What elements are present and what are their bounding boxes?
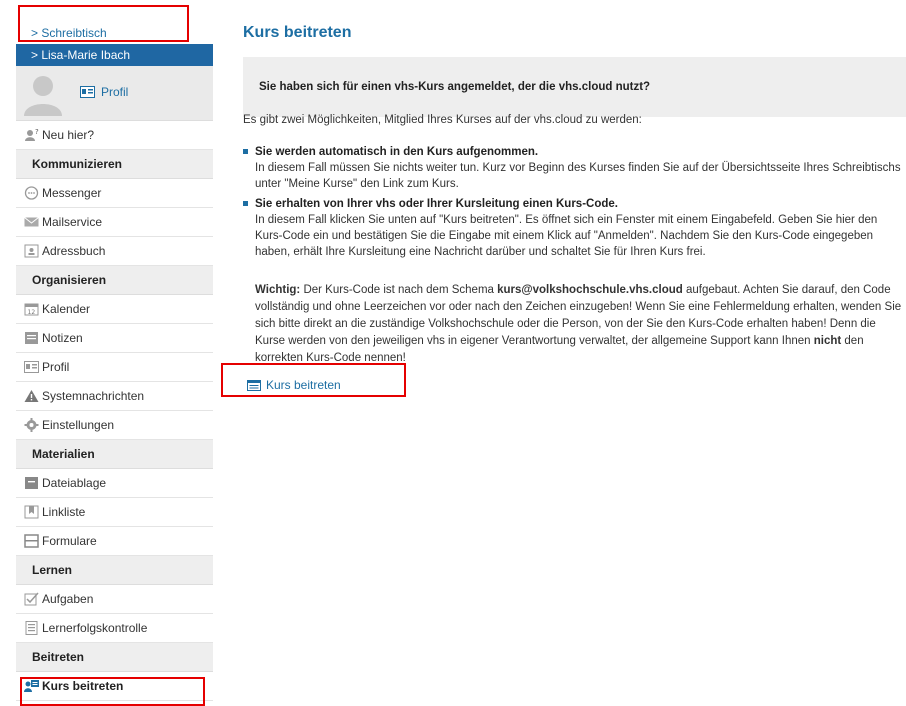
option-body: In diesem Fall klicken Sie unten auf "Ku… — [255, 214, 878, 258]
sidebar-item-label: Lernerfolgskontrolle — [42, 621, 148, 635]
checkbox-icon — [24, 592, 39, 606]
form-icon — [24, 534, 39, 548]
desk-row: > Schreibtisch — [16, 22, 213, 44]
section-beitreten: Beitreten — [16, 643, 213, 672]
sidebar-item-label: Neu hier? — [42, 128, 95, 142]
envelope-icon — [24, 217, 39, 227]
sidebar-item-kurs-beitreten[interactable]: Kurs beitreten — [16, 672, 213, 701]
sidebar-item-label: Einstellungen — [42, 418, 115, 432]
section-lernen: Lernen — [16, 556, 213, 585]
note-icon — [25, 332, 38, 344]
sidebar-item-systemnachrichten[interactable]: Systemnachrichten — [16, 382, 213, 411]
sidebar-item-mailservice[interactable]: Mailservice — [16, 208, 213, 237]
important-not: nicht — [813, 335, 842, 347]
user-question-icon: ? — [25, 128, 39, 141]
sidebar-item-label: Dateiablage — [42, 476, 107, 490]
sidebar-item-label: Linkliste — [42, 505, 86, 519]
option-body: In diesem Fall müssen Sie nichts weiter … — [255, 162, 901, 190]
sidebar-item-label: Kurs beitreten — [42, 679, 124, 693]
sidebar-item-profil[interactable]: Profil — [16, 353, 213, 382]
page-title: Kurs beitreten — [243, 24, 352, 41]
sidebar-item-lernerfolgskontrolle[interactable]: Lernerfolgskontrolle — [16, 614, 213, 643]
option-heading: Sie erhalten von Ihrer vhs oder Ihrer Ku… — [255, 198, 618, 210]
bookmark-icon — [24, 505, 39, 519]
folder-icon — [25, 477, 38, 489]
notice-text: Sie haben sich für einen vhs-Kurs angeme… — [259, 81, 651, 93]
sidebar: > Schreibtisch > Lisa-Marie Ibach Profil… — [16, 22, 213, 701]
sidebar-item-formulare[interactable]: Formulare — [16, 527, 213, 556]
gear-icon — [24, 418, 39, 432]
notice-box: Sie haben sich für einen vhs-Kurs angeme… — [243, 57, 906, 117]
sidebar-item-label: Kalender — [42, 302, 91, 316]
sidebar-item-label: Systemnachrichten — [42, 389, 145, 403]
section-organisieren: Organisieren — [16, 266, 213, 295]
important-text-1: Der Kurs-Code ist nach dem Schema — [300, 284, 498, 296]
important-label: Wichtig: — [255, 284, 301, 296]
join-course-link[interactable]: Kurs beitreten — [247, 378, 341, 392]
sidebar-item-einstellungen[interactable]: Einstellungen — [16, 411, 213, 440]
address-book-icon — [24, 244, 39, 258]
calendar-icon: 12 — [24, 303, 39, 316]
desk-link[interactable]: > Schreibtisch — [31, 26, 107, 40]
bullet-icon — [243, 201, 248, 206]
join-course-link-label: Kurs beitreten — [266, 378, 341, 392]
svg-text:12: 12 — [28, 309, 36, 316]
profile-link[interactable]: Profil — [80, 85, 128, 99]
option-course-code: Sie erhalten von Ihrer vhs oder Ihrer Ku… — [243, 196, 906, 260]
svg-text:?: ? — [35, 128, 39, 136]
option-automatic: Sie werden automatisch in den Kurs aufge… — [243, 144, 906, 192]
sidebar-item-messenger[interactable]: Messenger — [16, 179, 213, 208]
sidebar-item-dateiablage[interactable]: Dateiablage — [16, 469, 213, 498]
important-note: Wichtig: Der Kurs-Code ist nach dem Sche… — [255, 282, 906, 367]
intro-text: Es gibt zwei Möglichkeiten, Mitglied Ihr… — [243, 114, 642, 126]
sidebar-item-aufgaben[interactable]: Aufgaben — [16, 585, 213, 614]
window-icon — [247, 379, 261, 391]
id-card-icon — [80, 86, 95, 98]
profile-box: Profil — [16, 66, 213, 121]
code-schema: kurs@volkshochschule.vhs.cloud — [497, 284, 683, 296]
sidebar-item-notizen[interactable]: Notizen — [16, 324, 213, 353]
warning-icon — [24, 390, 39, 402]
bullet-icon — [243, 149, 248, 154]
chat-icon — [24, 186, 39, 200]
profile-link-label: Profil — [101, 85, 129, 99]
sidebar-item-label: Profil — [42, 360, 70, 374]
sidebar-item-label: Aufgaben — [42, 592, 94, 606]
id-card-icon — [24, 361, 39, 373]
sidebar-item-label: Messenger — [42, 186, 102, 200]
option-heading: Sie werden automatisch in den Kurs aufge… — [255, 146, 539, 158]
section-materialien: Materialien — [16, 440, 213, 469]
avatar — [24, 76, 62, 116]
sidebar-item-label: Mailservice — [42, 215, 103, 229]
sidebar-item-linkliste[interactable]: Linkliste — [16, 498, 213, 527]
sidebar-item-new-here[interactable]: ? Neu hier? — [16, 121, 213, 150]
sidebar-item-label: Adressbuch — [42, 244, 106, 258]
section-kommunizieren: Kommunizieren — [16, 150, 213, 179]
sidebar-item-label: Formulare — [42, 534, 97, 548]
sidebar-item-label: Notizen — [42, 331, 83, 345]
checklist-icon — [25, 621, 38, 635]
sidebar-item-adressbuch[interactable]: Adressbuch — [16, 237, 213, 266]
sidebar-item-kalender[interactable]: 12 Kalender — [16, 295, 213, 324]
user-name-bar[interactable]: > Lisa-Marie Ibach — [16, 44, 213, 66]
join-course-icon — [24, 680, 39, 692]
